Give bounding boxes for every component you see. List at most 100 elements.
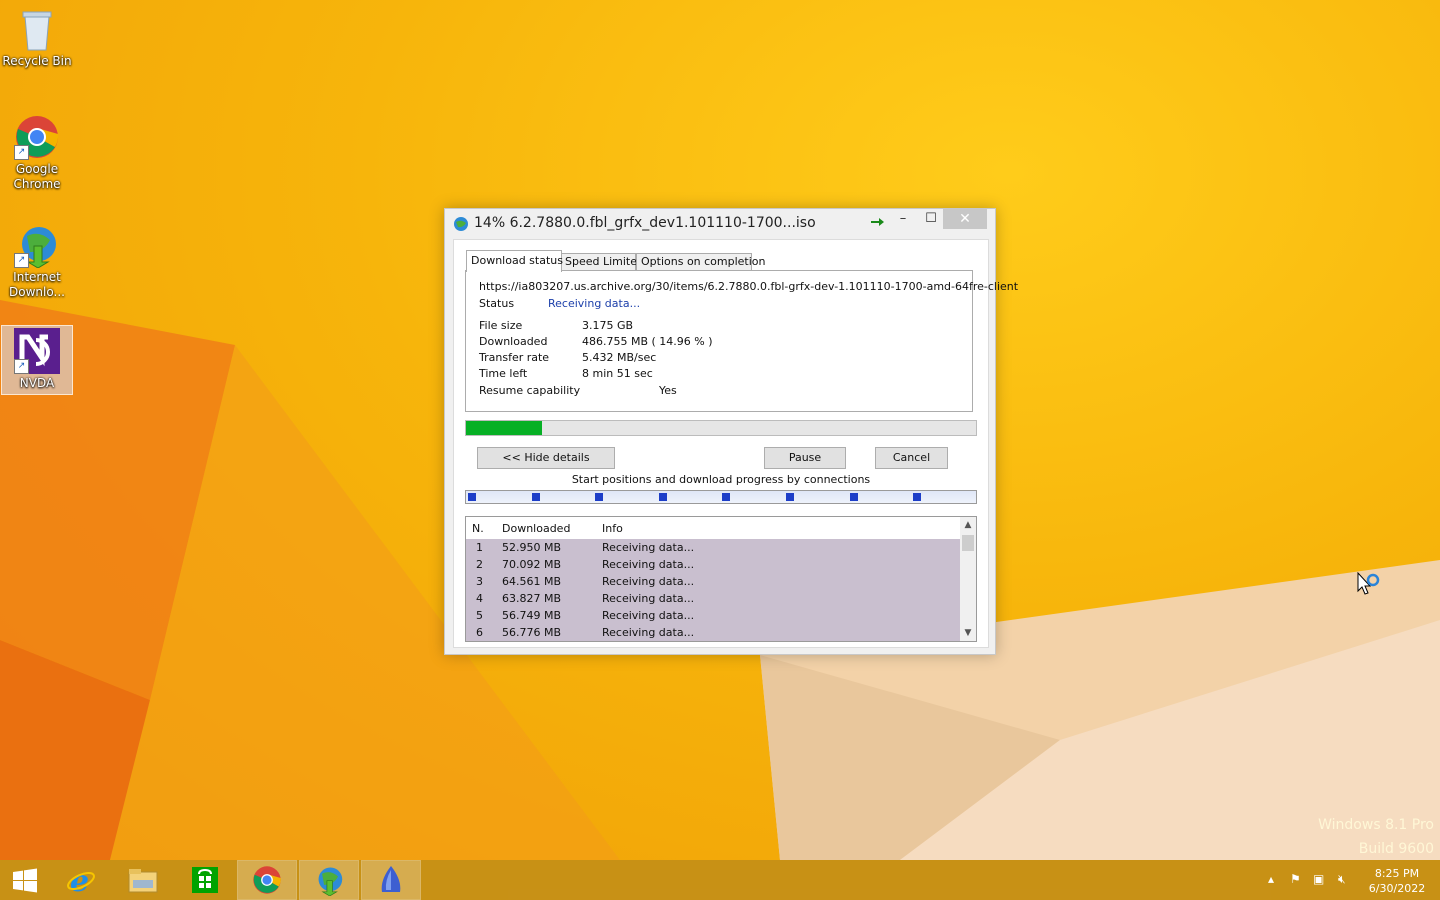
close-button[interactable]: ✕	[943, 209, 987, 229]
chrome-icon	[253, 866, 281, 894]
connections-progress-bar	[465, 490, 977, 504]
taskbar-chrome[interactable]	[237, 860, 297, 900]
internet-download-manager-icon	[453, 216, 469, 232]
column-header-downloaded[interactable]: Downloaded	[502, 522, 570, 535]
connections-table: N. Downloaded Info 1 52.950 MB Receiving…	[465, 516, 977, 642]
row-downloaded: 70.092 MB	[502, 558, 562, 571]
desktop-icon-label: Recycle Bin	[2, 54, 72, 68]
row-info: Receiving data...	[602, 592, 695, 605]
taskbar-internet-explorer[interactable]: e	[52, 861, 110, 899]
network-icon[interactable]: ▣	[1313, 872, 1324, 886]
resume-capability-label: Resume capability	[479, 384, 581, 397]
row-info: Receiving data...	[602, 558, 695, 571]
connection-marker	[531, 493, 540, 501]
show-hidden-icons-icon[interactable]: ▴	[1268, 872, 1274, 886]
connection-marker	[595, 493, 604, 501]
taskbar-internet-download-manager[interactable]	[299, 860, 359, 900]
taskbar-store[interactable]	[176, 861, 234, 899]
row-downloaded: 64.561 MB	[502, 575, 562, 588]
title-bar[interactable]: 14% 6.2.7880.0.fbl_grfx_dev1.101110-1700…	[445, 209, 995, 239]
downloaded-label: Downloaded	[479, 335, 548, 348]
tab-speed-limiter[interactable]: Speed Limiter	[560, 253, 642, 271]
transfer-rate-label: Transfer rate	[479, 351, 550, 364]
row-number: 4	[476, 592, 483, 605]
connections-caption: Start positions and download progress by…	[571, 473, 871, 486]
recycle-bin-icon	[14, 6, 60, 52]
volume-muted-icon[interactable]: 🔇︎	[1338, 872, 1346, 887]
column-header-number[interactable]: N.	[472, 522, 484, 535]
desktop-icon-recycle-bin[interactable]: Recycle Bin	[2, 0, 72, 69]
table-row[interactable]: 6 56.776 MB Receiving data...	[466, 624, 960, 641]
row-downloaded: 56.749 MB	[502, 609, 562, 622]
nvda-icon: ↗	[14, 328, 60, 374]
tab-download-status[interactable]: Download status	[466, 250, 563, 272]
table-row[interactable]: 3 64.561 MB Receiving data...	[466, 573, 960, 590]
time-left-value: 8 min 51 sec	[582, 367, 653, 380]
cancel-button[interactable]: Cancel	[875, 447, 948, 469]
shortcut-arrow-icon: ↗	[14, 359, 29, 374]
busy-cursor-icon	[1357, 571, 1383, 604]
desktop-icon-label: NVDA	[19, 376, 55, 390]
folder-icon	[128, 869, 158, 893]
table-scrollbar[interactable]: ▲ ▼	[960, 517, 976, 641]
download-url: https://ia803207.us.archive.org/30/items…	[479, 280, 1019, 293]
window-title: 14% 6.2.7880.0.fbl_grfx_dev1.101110-1700…	[474, 215, 816, 231]
scrollbar-thumb[interactable]	[962, 535, 974, 551]
taskbar-file-explorer[interactable]	[114, 861, 172, 899]
tab-options-on-completion[interactable]: Options on completion	[636, 253, 766, 271]
row-downloaded: 56.776 MB	[502, 626, 562, 639]
column-header-info[interactable]: Info	[602, 522, 623, 535]
row-info: Receiving data...	[602, 575, 695, 588]
table-row[interactable]: 2 70.092 MB Receiving data...	[466, 556, 960, 573]
desktop-icon-nvda[interactable]: ↗ NVDA	[1, 325, 73, 395]
internet-download-manager-icon: ↗	[14, 222, 60, 269]
pause-button[interactable]: Pause	[764, 447, 846, 469]
scroll-down-icon[interactable]: ▼	[960, 625, 976, 641]
minimize-button[interactable]: –	[889, 209, 917, 229]
row-number: 5	[476, 609, 483, 622]
table-row[interactable]: 1 52.950 MB Receiving data...	[466, 539, 960, 556]
start-button[interactable]	[0, 861, 50, 899]
row-downloaded: 52.950 MB	[502, 541, 562, 554]
download-progress-window: 14% 6.2.7880.0.fbl_grfx_dev1.101110-1700…	[444, 208, 1018, 655]
clock-time: 8:25 PM	[1374, 867, 1420, 880]
chrome-icon: ↗	[14, 114, 60, 160]
table-row[interactable]: 5 56.749 MB Receiving data...	[466, 607, 960, 624]
desktop-icon-internet-download-manager[interactable]: ↗ Internet Downlo...	[2, 216, 72, 300]
internet-download-manager-icon	[318, 867, 343, 897]
file-size-label: File size	[479, 319, 523, 332]
store-icon	[192, 867, 218, 893]
action-center-flag-icon[interactable]: ⚑	[1290, 872, 1301, 886]
scroll-up-icon[interactable]: ▲	[960, 517, 976, 533]
row-info: Receiving data...	[602, 541, 695, 554]
taskbar: e ▴ ⚑ ▣ 🔇︎ 8:25 PM 6/30/2022	[0, 860, 1440, 900]
row-info: Receiving data...	[602, 609, 695, 622]
windows-build-watermark: Build 9600	[1358, 841, 1434, 857]
time-left-label: Time left	[479, 367, 528, 380]
status-label: Status	[479, 297, 515, 310]
row-number: 1	[476, 541, 483, 554]
maximize-button[interactable]: ☐	[917, 209, 945, 229]
download-status-panel: https://ia803207.us.archive.org/30/items…	[465, 270, 1018, 412]
connection-marker	[849, 493, 858, 501]
hide-details-button[interactable]: << Hide details	[477, 447, 615, 469]
connection-marker	[658, 493, 667, 501]
status-value: Receiving data...	[548, 297, 641, 310]
nvda-taskbar-icon	[381, 866, 401, 892]
windows-logo-icon	[13, 868, 37, 893]
connection-marker	[913, 493, 922, 501]
hide-to-tray-icon[interactable]	[863, 209, 891, 229]
desktop-icon-label: Internet Downlo...	[9, 270, 65, 299]
windows-edition-watermark: Windows 8.1 Pro	[1318, 817, 1434, 833]
taskbar-nvda[interactable]	[361, 860, 421, 900]
table-row[interactable]: 4 63.827 MB Receiving data...	[466, 590, 960, 607]
row-number: 2	[476, 558, 483, 571]
transfer-rate-value: 5.432 MB/sec	[582, 351, 657, 364]
progress-fill	[466, 421, 543, 435]
system-clock[interactable]: 8:25 PM 6/30/2022	[1362, 866, 1432, 896]
dialog-content: Download status Speed Limiter Options on…	[453, 239, 1018, 648]
clock-date: 6/30/2022	[1368, 882, 1426, 895]
shortcut-arrow-icon: ↗	[14, 253, 29, 268]
desktop-icon-google-chrome[interactable]: ↗ Google Chrome	[2, 108, 72, 192]
downloaded-value: 486.755 MB ( 14.96 % )	[582, 335, 713, 348]
